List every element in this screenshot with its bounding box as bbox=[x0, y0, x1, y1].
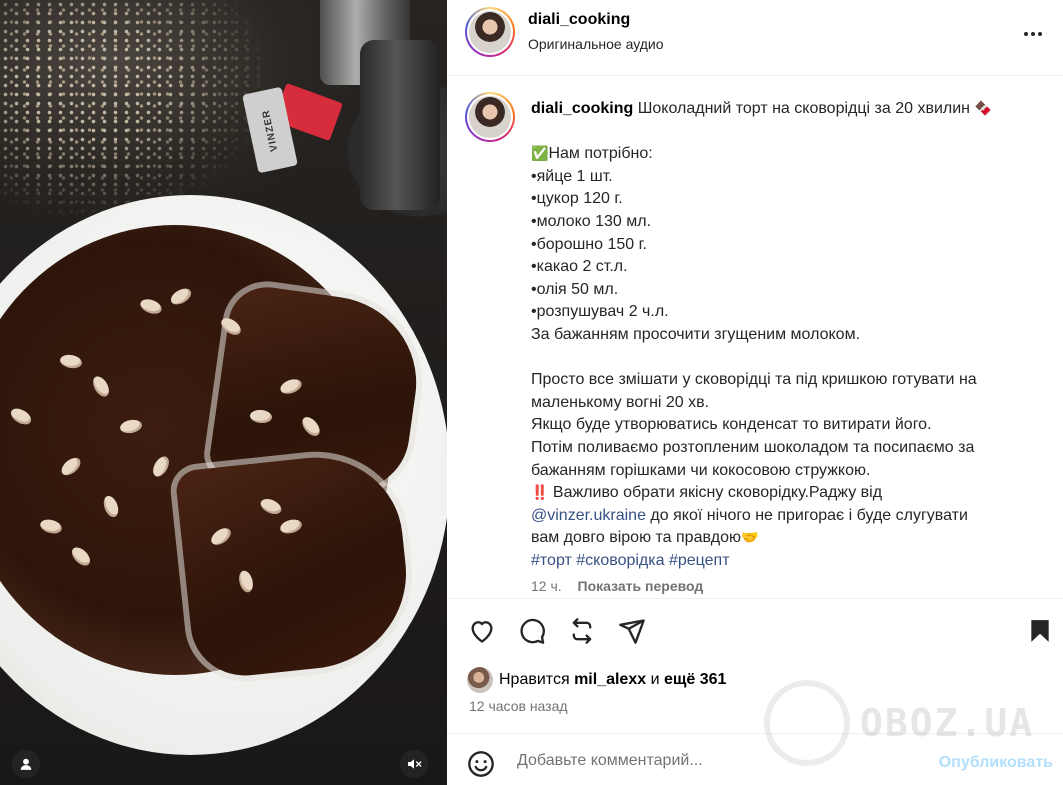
caption-time[interactable]: 12 ч. bbox=[531, 578, 562, 594]
needed-heading: ✅Нам потрібно: bbox=[531, 143, 1031, 166]
pepper-grinder-decor bbox=[360, 40, 440, 210]
handshake-emoji-icon: 🤝 bbox=[741, 530, 759, 547]
ingredient-item: •борошно 150 г. bbox=[531, 235, 647, 253]
hashtag-link[interactable]: #торт bbox=[531, 552, 572, 569]
mention-line: @vinzer.ukraine до якої нічого не пригор… bbox=[531, 505, 1031, 528]
mute-button[interactable] bbox=[400, 750, 428, 778]
chocolate-emoji-icon: 🍫 bbox=[974, 101, 992, 117]
likes-count[interactable]: ещё 361 bbox=[664, 671, 726, 689]
caption-meta: 12 ч. Показать перевод bbox=[531, 578, 703, 594]
hashtag-link[interactable]: #сковорідка bbox=[576, 552, 664, 569]
post-caption: diali_cooking Шоколадний торт на сковорі… bbox=[447, 76, 1063, 599]
hashtags: #торт #сковорідка #рецепт bbox=[531, 550, 1031, 573]
step-text: Просто все змішати у сковорідці та під к… bbox=[531, 371, 977, 389]
brand-tag-text: VINZER bbox=[260, 107, 280, 153]
more-icon bbox=[1024, 32, 1042, 36]
caption-title-line: diali_cooking Шоколадний торт на сковорі… bbox=[531, 98, 1031, 121]
important-line: ‼️ Важливо обрати якісну сковорідку.Радж… bbox=[531, 482, 1031, 505]
liker-username[interactable]: mil_alexx bbox=[574, 671, 646, 689]
bookmark-icon bbox=[1031, 620, 1049, 642]
ingredient-item: •яйце 1 шт. bbox=[531, 167, 613, 185]
liker-avatar[interactable] bbox=[467, 667, 493, 693]
post-side-panel: diali_cooking Оригинальное аудио diali_c… bbox=[447, 0, 1063, 785]
step-text: маленькому вогні 20 хв. bbox=[531, 393, 710, 411]
share-icon bbox=[619, 619, 645, 644]
more-options-button[interactable] bbox=[1021, 22, 1045, 46]
post-media[interactable]: VINZER bbox=[0, 0, 447, 785]
comment-button[interactable] bbox=[517, 616, 547, 646]
user-icon bbox=[20, 758, 32, 770]
caption-text: diali_cooking Шоколадний торт на сковорі… bbox=[531, 98, 1031, 572]
ingredient-item: •молоко 130 мл. bbox=[531, 212, 652, 230]
author-username[interactable]: diali_cooking bbox=[528, 11, 630, 29]
ingredient-item: •розпушувач 2 ч.л. bbox=[531, 303, 669, 321]
caption-title: Шоколадний торт на сковорідці за 20 хвил… bbox=[637, 100, 970, 117]
watermark: OBOZ.UA bbox=[764, 680, 1034, 766]
step-text: Потім поливаємо розтопленим шоколадом та… bbox=[531, 438, 975, 456]
ingredient-item: •цукор 120 г. bbox=[531, 190, 623, 208]
important-text: Важливо обрати якісну сковорідку.Раджу в… bbox=[552, 484, 883, 502]
author-avatar[interactable] bbox=[465, 7, 515, 57]
post-timestamp[interactable]: 12 часов назад bbox=[469, 698, 568, 714]
caption-username[interactable]: diali_cooking bbox=[531, 100, 633, 117]
optional-note: За бажанням просочити згущеним молоком. bbox=[531, 325, 861, 343]
caption-avatar[interactable] bbox=[465, 92, 515, 142]
ingredient-item: •олія 50 мл. bbox=[531, 280, 619, 298]
check-emoji-icon: ✅ bbox=[531, 146, 549, 163]
post-header: diali_cooking Оригинальное аудио bbox=[447, 0, 1063, 76]
like-button[interactable] bbox=[467, 616, 497, 646]
save-button[interactable] bbox=[1025, 616, 1055, 646]
globe-icon bbox=[764, 680, 850, 766]
likes-prefix: Нравится bbox=[499, 671, 570, 688]
ingredient-item: •какао 2 ст.л. bbox=[531, 258, 628, 276]
hashtag-link[interactable]: #рецепт bbox=[669, 552, 730, 569]
mention-link[interactable]: @vinzer.ukraine bbox=[531, 507, 646, 524]
emoji-smile-icon bbox=[468, 751, 494, 777]
heart-icon bbox=[471, 621, 493, 643]
closing-line: вам довго вірою та правдою🤝 bbox=[531, 527, 1031, 550]
comment-icon bbox=[520, 618, 545, 644]
needed-label: Нам потрібно: bbox=[548, 145, 653, 163]
emoji-picker-button[interactable] bbox=[467, 750, 495, 783]
repost-icon bbox=[572, 618, 592, 644]
share-button[interactable] bbox=[617, 616, 647, 646]
step-text: бажанням горішками чи кокосовою стружкою… bbox=[531, 461, 871, 479]
dried-flowers-decor bbox=[0, 0, 260, 220]
action-bar bbox=[447, 600, 1063, 660]
warning-emoji-icon: ‼️ bbox=[531, 485, 549, 502]
closing-text: вам довго вірою та правдою bbox=[531, 529, 742, 547]
repost-button[interactable] bbox=[567, 616, 597, 646]
audio-label[interactable]: Оригинальное аудио bbox=[528, 36, 664, 52]
likes-conj: и bbox=[650, 671, 660, 688]
mute-icon bbox=[408, 759, 422, 769]
step-text: Якщо буде утворюватись конденсат то вити… bbox=[531, 416, 932, 434]
watermark-text: OBOZ.UA bbox=[860, 701, 1035, 745]
likes-summary: Нравится mil_alexx и ещё 361 bbox=[467, 666, 726, 694]
mention-after: до якої нічого не пригорає і буде слугув… bbox=[650, 506, 968, 524]
tagged-users-button[interactable] bbox=[12, 750, 40, 778]
translate-button[interactable]: Показать перевод bbox=[578, 578, 704, 594]
